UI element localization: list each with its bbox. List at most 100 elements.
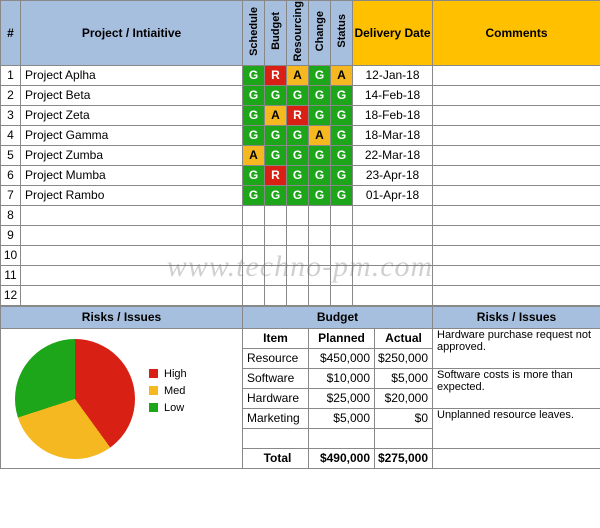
col-comments: Comments bbox=[433, 1, 600, 66]
table-row[interactable]: 2Project BetaGGGGG14-Feb-18 bbox=[1, 85, 600, 105]
pie-legend: High Med Low bbox=[149, 363, 187, 419]
table-row[interactable]: 1Project AplhaGRAGA12-Jan-18 bbox=[1, 65, 600, 85]
delivery-date[interactable]: 18-Mar-18 bbox=[353, 125, 433, 145]
table-row-empty[interactable]: 11 bbox=[1, 265, 600, 285]
rag-cell: G bbox=[331, 125, 353, 145]
rag-cell: G bbox=[331, 105, 353, 125]
comment-cell[interactable] bbox=[433, 65, 600, 85]
delivery-date[interactable]: 22-Mar-18 bbox=[353, 145, 433, 165]
table-row[interactable]: 4Project GammaGGGAG18-Mar-18 bbox=[1, 125, 600, 145]
empty-cell[interactable] bbox=[433, 245, 600, 265]
budget-col-item: Item bbox=[243, 328, 309, 348]
budget-actual: $5,000 bbox=[375, 368, 433, 388]
empty-cell[interactable] bbox=[353, 205, 433, 225]
rag-cell: G bbox=[309, 165, 331, 185]
empty-cell[interactable] bbox=[21, 285, 243, 305]
budget-item: Resource bbox=[243, 348, 309, 368]
rag-cell: G bbox=[309, 185, 331, 205]
risks-pie-chart bbox=[15, 339, 135, 459]
row-number: 3 bbox=[1, 105, 21, 125]
rag-cell: A bbox=[287, 65, 309, 85]
budget-empty bbox=[309, 428, 375, 448]
rag-cell: A bbox=[309, 125, 331, 145]
row-number: 8 bbox=[1, 205, 21, 225]
delivery-date[interactable]: 18-Feb-18 bbox=[353, 105, 433, 125]
delivery-date[interactable]: 14-Feb-18 bbox=[353, 85, 433, 105]
budget-col-actual: Actual bbox=[375, 328, 433, 348]
legend-med: Med bbox=[149, 385, 187, 397]
comment-cell[interactable] bbox=[433, 145, 600, 165]
budget-total-actual: $275,000 bbox=[375, 448, 433, 468]
rag-cell: G bbox=[243, 185, 265, 205]
table-row-empty[interactable]: 8 bbox=[1, 205, 600, 225]
comment-cell[interactable] bbox=[433, 165, 600, 185]
budget-item: Software bbox=[243, 368, 309, 388]
rag-cell: G bbox=[331, 185, 353, 205]
budget-actual: $0 bbox=[375, 408, 433, 428]
rag-cell: G bbox=[287, 185, 309, 205]
empty-cell[interactable] bbox=[353, 265, 433, 285]
rag-cell: A bbox=[243, 145, 265, 165]
rag-cell: G bbox=[331, 85, 353, 105]
section-budget: Budget bbox=[243, 306, 433, 328]
rag-cell: G bbox=[243, 85, 265, 105]
comment-cell[interactable] bbox=[433, 125, 600, 145]
table-row[interactable]: 6Project MumbaGRGGG23-Apr-18 bbox=[1, 165, 600, 185]
row-number: 6 bbox=[1, 165, 21, 185]
delivery-date[interactable]: 01-Apr-18 bbox=[353, 185, 433, 205]
table-row[interactable]: 5Project ZumbaAGGGG22-Mar-18 bbox=[1, 145, 600, 165]
project-name[interactable]: Project Rambo bbox=[21, 185, 243, 205]
rag-cell: G bbox=[331, 165, 353, 185]
project-name[interactable]: Project Aplha bbox=[21, 65, 243, 85]
rag-cell: G bbox=[265, 85, 287, 105]
rag-cell: G bbox=[265, 125, 287, 145]
comment-cell[interactable] bbox=[433, 185, 600, 205]
table-row[interactable]: 3Project ZetaGARGG18-Feb-18 bbox=[1, 105, 600, 125]
rag-cell: G bbox=[309, 105, 331, 125]
table-row-empty[interactable]: 12 bbox=[1, 285, 600, 305]
table-row[interactable]: 7Project RamboGGGGG01-Apr-18 bbox=[1, 185, 600, 205]
empty-cell[interactable] bbox=[21, 265, 243, 285]
row-number: 5 bbox=[1, 145, 21, 165]
empty-cell[interactable] bbox=[433, 265, 600, 285]
empty-cell[interactable] bbox=[353, 285, 433, 305]
table-row-empty[interactable]: 9 bbox=[1, 225, 600, 245]
project-name[interactable]: Project Mumba bbox=[21, 165, 243, 185]
section-risks2: Risks / Issues bbox=[433, 306, 600, 328]
table-row-empty[interactable]: 10 bbox=[1, 245, 600, 265]
col-schedule: Schedule bbox=[243, 1, 265, 66]
project-name[interactable]: Project Gamma bbox=[21, 125, 243, 145]
rag-cell: G bbox=[309, 65, 331, 85]
col-status: Status bbox=[331, 1, 353, 66]
issue-item: Unplanned resource leaves. bbox=[433, 408, 600, 448]
delivery-date[interactable]: 12-Jan-18 bbox=[353, 65, 433, 85]
project-name[interactable]: Project Zumba bbox=[21, 145, 243, 165]
budget-total-planned: $490,000 bbox=[309, 448, 375, 468]
budget-actual: $20,000 bbox=[375, 388, 433, 408]
rag-cell: G bbox=[331, 145, 353, 165]
section-risks: Risks / Issues bbox=[1, 306, 243, 328]
empty-cell[interactable] bbox=[21, 245, 243, 265]
empty-cell[interactable] bbox=[21, 205, 243, 225]
empty-cell[interactable] bbox=[353, 225, 433, 245]
risks-chart-cell: High Med Low bbox=[1, 328, 243, 468]
budget-item: Marketing bbox=[243, 408, 309, 428]
rag-cell: G bbox=[243, 105, 265, 125]
delivery-date[interactable]: 23-Apr-18 bbox=[353, 165, 433, 185]
rag-cell: G bbox=[243, 125, 265, 145]
empty-cell[interactable] bbox=[353, 245, 433, 265]
empty-cell[interactable] bbox=[21, 225, 243, 245]
comment-cell[interactable] bbox=[433, 105, 600, 125]
budget-planned: $5,000 bbox=[309, 408, 375, 428]
project-name[interactable]: Project Zeta bbox=[21, 105, 243, 125]
comment-cell[interactable] bbox=[433, 85, 600, 105]
empty-cell[interactable] bbox=[433, 225, 600, 245]
project-name[interactable]: Project Beta bbox=[21, 85, 243, 105]
rag-cell: G bbox=[287, 145, 309, 165]
row-number: 10 bbox=[1, 245, 21, 265]
rag-cell: G bbox=[243, 165, 265, 185]
legend-high: High bbox=[149, 368, 187, 380]
empty-cell[interactable] bbox=[433, 205, 600, 225]
empty-cell[interactable] bbox=[433, 285, 600, 305]
budget-empty bbox=[243, 428, 309, 448]
